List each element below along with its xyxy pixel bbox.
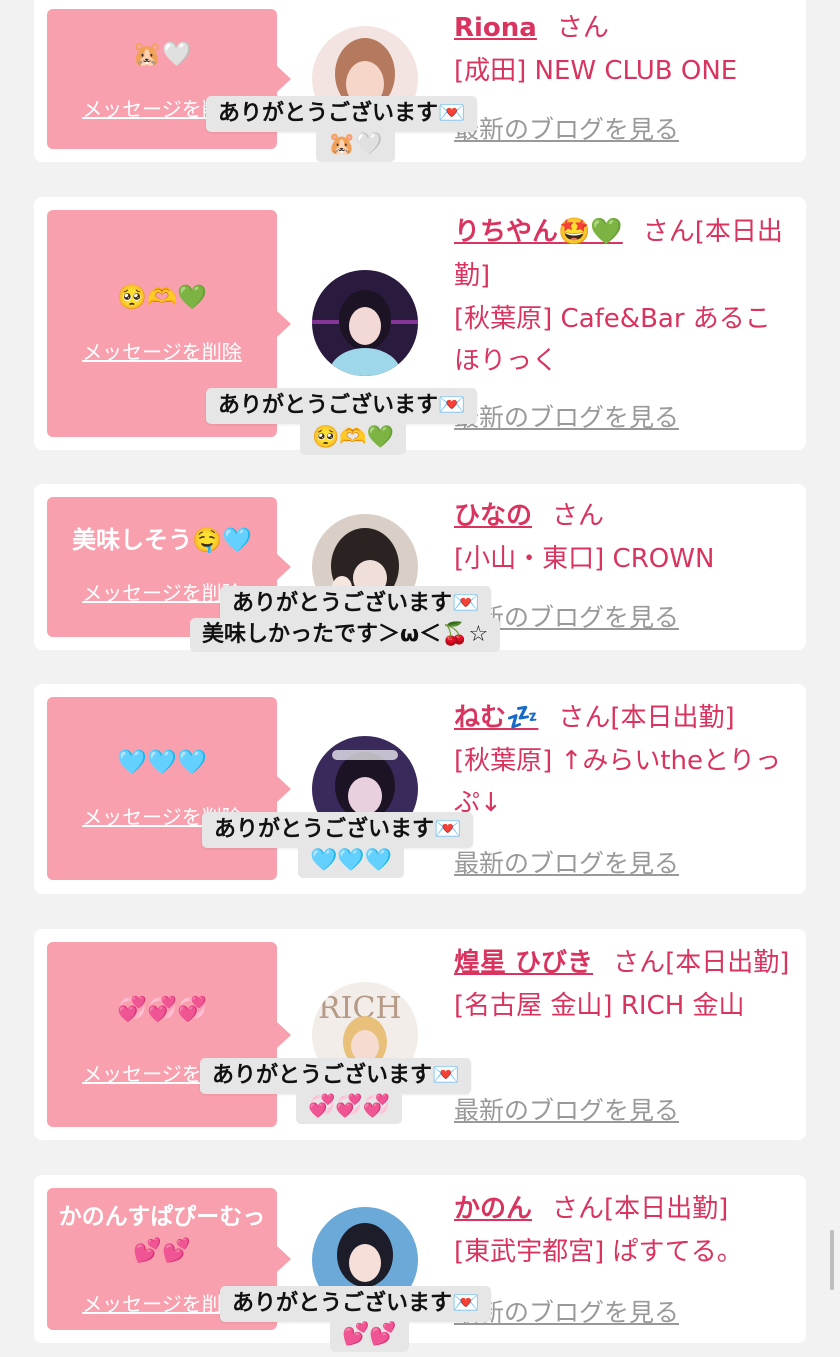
cast-name-link[interactable]: ひなの bbox=[454, 501, 532, 531]
cast-name-link[interactable]: Riona bbox=[454, 13, 537, 43]
message-text: かのんすぱぴーむっ💕💕 bbox=[58, 1204, 266, 1264]
status-label: [本日出勤] bbox=[604, 1194, 729, 1224]
message-bubble: 🩵🩵🩵 メッセージを削除 bbox=[47, 697, 291, 880]
profile-info: ねむ💤 さん[本日出勤] [秋葉原] ↑みらいtheとりっぷ↓ 最新のブログを見る bbox=[454, 696, 794, 878]
shop-label: [秋葉原] ↑みらいtheとりっぷ↓ bbox=[454, 746, 782, 818]
message-text: 🐹🤍 bbox=[132, 40, 192, 68]
san-label: さん bbox=[556, 13, 609, 43]
san-label: さん bbox=[558, 703, 611, 733]
blog-link[interactable]: 最新のブログを見る bbox=[454, 844, 679, 880]
message-card: 💞💞💞 メッセージを削除 RICH 煌星 ひびき さん[本日出勤] [名古屋 金山… bbox=[34, 929, 806, 1140]
message-text: 美味しそう🤤🩵 bbox=[72, 526, 252, 554]
reply-tooltip: ありがとうございます💌 bbox=[220, 586, 492, 622]
san-label: さん bbox=[552, 1194, 605, 1224]
message-text: 🥺🫶💚 bbox=[117, 283, 207, 311]
profile-info: Riona さん [成田] NEW CLUB ONE 最新のブログを見る bbox=[454, 6, 794, 144]
scrollbar[interactable] bbox=[830, 1230, 834, 1290]
message-card: 🩵🩵🩵 メッセージを削除 ねむ💤 さん[本日出勤] [秋葉原] ↑みらいtheとり… bbox=[34, 684, 806, 894]
shop-label: [秋葉原] Cafe&Bar あるこほりっく bbox=[454, 304, 771, 376]
status-label: [本日出勤] bbox=[665, 948, 790, 978]
reply-tooltip: ありがとうございます💌 bbox=[220, 1286, 492, 1322]
san-label: さん bbox=[552, 501, 605, 531]
cast-name-link[interactable]: 煌星 ひびき bbox=[454, 948, 593, 978]
message-text: 🩵🩵🩵 bbox=[117, 748, 207, 776]
shop-label: [名古屋 金山] RICH 金山 bbox=[454, 991, 745, 1021]
profile-info: ひなの さん [小山・東口] CROWN 最新のブログを見る bbox=[454, 494, 794, 632]
blog-link[interactable]: 最新のブログを見る bbox=[454, 398, 679, 434]
reply-tooltip: ありがとうございます💌 bbox=[206, 96, 478, 132]
reply-tooltip-line2: 💞💞💞 bbox=[296, 1090, 403, 1124]
reply-tooltip-line2: 🩵🩵🩵 bbox=[298, 844, 405, 878]
shop-label: [東武宇都宮] ぱすてる。 bbox=[454, 1237, 743, 1267]
reply-tooltip: ありがとうございます💌 bbox=[200, 1058, 472, 1094]
shop-label: [小山・東口] CROWN bbox=[454, 544, 715, 574]
profile-info: かのん さん[本日出勤] [東武宇都宮] ぱすてる。 最新のブログを見る bbox=[454, 1187, 794, 1327]
profile-info: 煌星 ひびき さん[本日出勤] [名古屋 金山] RICH 金山 最新のブログを見… bbox=[454, 941, 794, 1125]
message-bubble: 💞💞💞 メッセージを削除 bbox=[47, 942, 291, 1127]
cast-name-link[interactable]: ねむ💤 bbox=[454, 703, 538, 733]
delete-message-link[interactable]: メッセージを削除 bbox=[47, 336, 277, 365]
message-card: 🐹🤍 メッセージを削除 Riona さん [成田] NEW CLUB ONE 最新… bbox=[34, 0, 806, 162]
cast-name-link[interactable]: かのん bbox=[454, 1194, 532, 1224]
shop-label: [成田] NEW CLUB ONE bbox=[454, 56, 738, 86]
blog-link[interactable]: 最新のブログを見る bbox=[454, 110, 679, 146]
profile-info: りちやん🤩💚 さん[本日出勤] [秋葉原] Cafe&Bar あるこほりっく 最新… bbox=[454, 210, 794, 432]
san-label: さん bbox=[613, 948, 666, 978]
reply-tooltip-line2: 🥺🫶💚 bbox=[300, 421, 407, 455]
status-label: [本日出勤] bbox=[610, 703, 735, 733]
reply-tooltip-line2: 💕💕 bbox=[330, 1318, 409, 1352]
reply-tooltip: ありがとうございます💌 bbox=[202, 812, 474, 848]
avatar[interactable] bbox=[312, 270, 418, 376]
reply-tooltip-line2: 🐹🤍 bbox=[316, 128, 395, 162]
blog-link[interactable]: 最新のブログを見る bbox=[454, 1091, 679, 1127]
cast-name-link[interactable]: りちやん🤩💚 bbox=[454, 217, 623, 247]
reply-tooltip: ありがとうございます💌 bbox=[206, 388, 478, 424]
message-text: 💞💞💞 bbox=[117, 995, 207, 1023]
reply-tooltip-line2: 美味しかったです＞ω＜🍒☆ bbox=[190, 618, 501, 652]
san-label: さん bbox=[642, 217, 695, 247]
